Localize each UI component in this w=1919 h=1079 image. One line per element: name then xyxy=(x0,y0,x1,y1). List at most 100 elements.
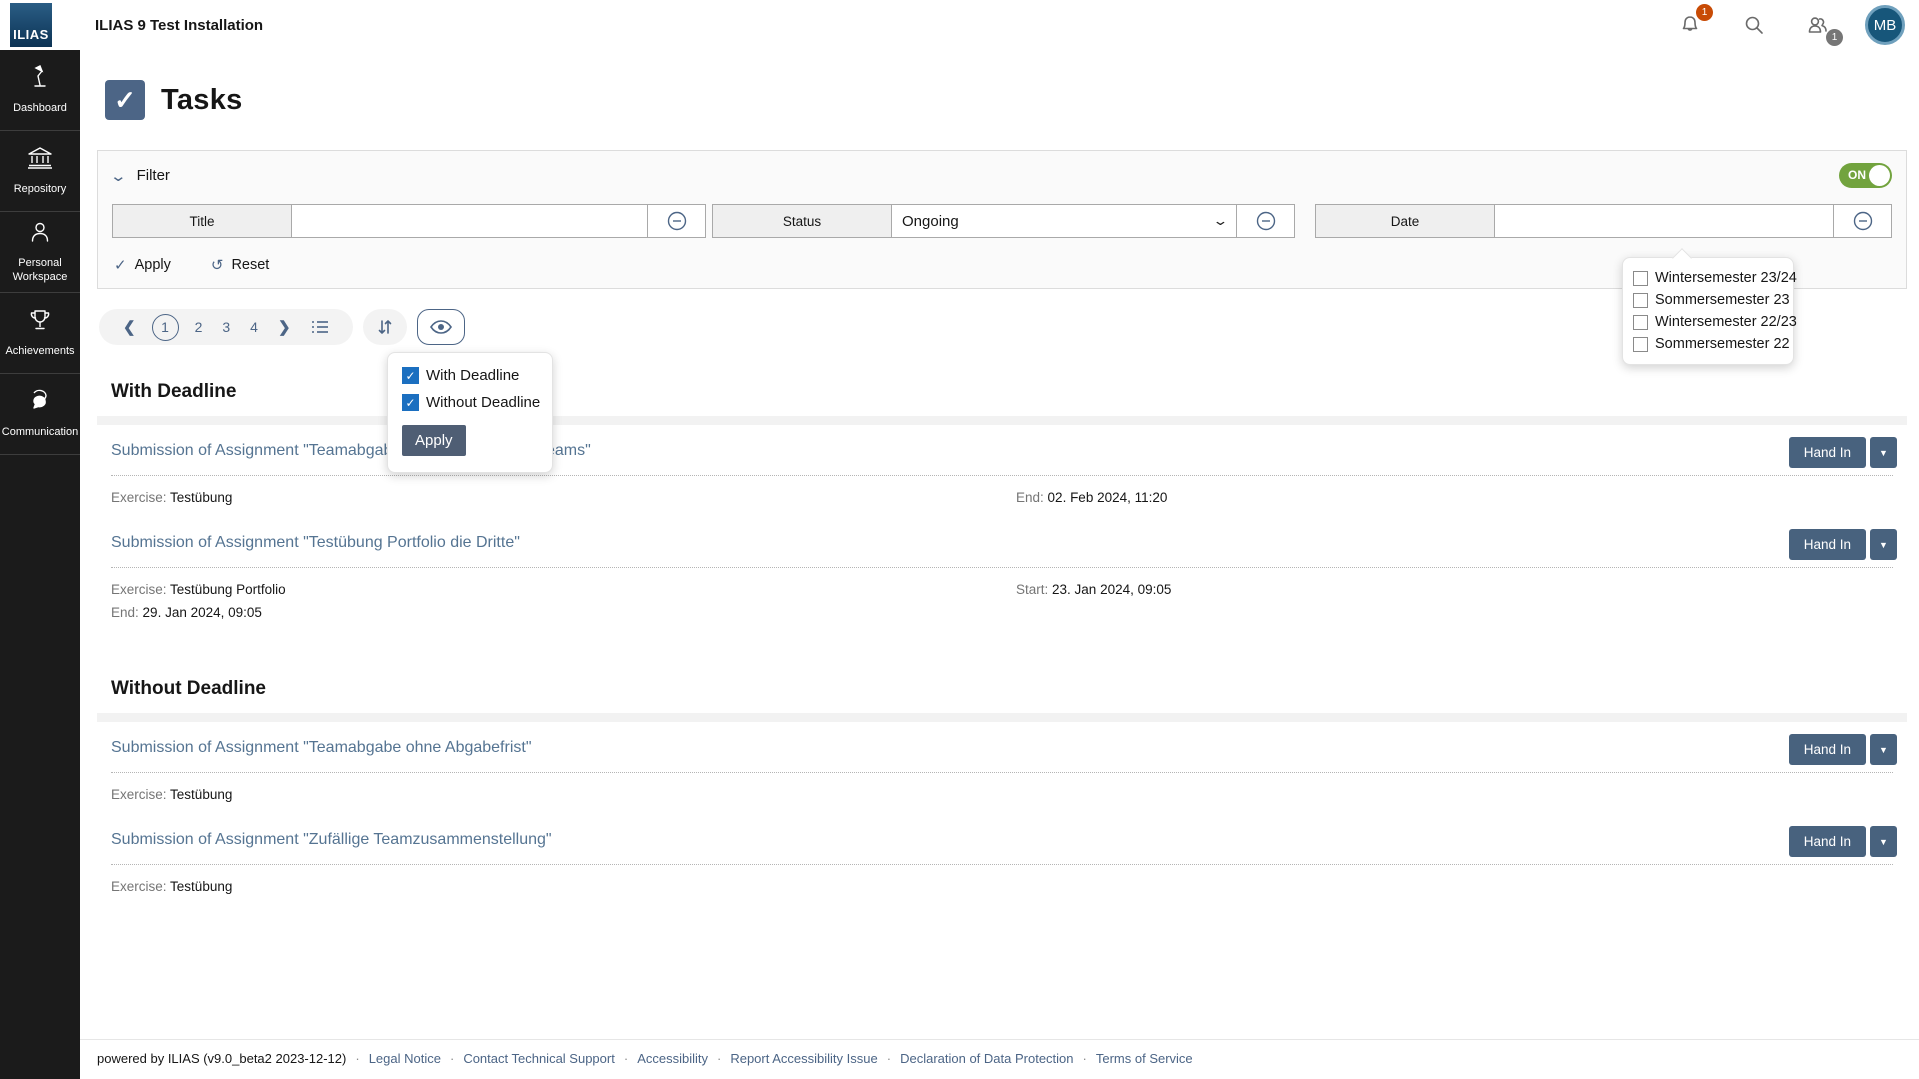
checked-checkbox-icon[interactable]: ✓ xyxy=(402,367,419,384)
topbar-actions: 1 1 MB xyxy=(1673,5,1919,45)
awareness-badge: 1 xyxy=(1826,29,1843,46)
footer-link-contact-support[interactable]: Contact Technical Support xyxy=(463,1051,615,1066)
filter-reset-button[interactable]: ↺ Reset xyxy=(211,256,269,274)
sidebar-item-dashboard[interactable]: Dashboard xyxy=(0,50,80,131)
semester-option[interactable]: Sommersemester 23 xyxy=(1633,292,1783,308)
filter-on-toggle[interactable]: ON xyxy=(1839,163,1892,188)
remove-status-filter-button[interactable] xyxy=(1237,204,1295,238)
item-property: Start: 23. Jan 2024, 09:05 xyxy=(1016,582,1893,597)
check-icon: ✓ xyxy=(114,256,127,274)
ilias-logo[interactable]: ILIAS xyxy=(10,3,52,47)
item-property: Exercise: Testübung Portfolio xyxy=(111,582,1016,597)
filter-apply-button[interactable]: ✓ Apply xyxy=(114,256,171,274)
footer-link-legal-notice[interactable]: Legal Notice xyxy=(369,1051,441,1066)
notification-badge: 1 xyxy=(1696,4,1713,21)
person-icon xyxy=(27,219,53,250)
pagination-page-2[interactable]: 2 xyxy=(185,319,213,335)
sort-order-button[interactable] xyxy=(363,309,407,345)
bank-icon xyxy=(26,145,54,176)
item-property: Exercise: Testübung xyxy=(111,787,1016,802)
assignment-link[interactable]: Submission of Assignment "Testübung Port… xyxy=(111,534,520,551)
trophy-icon xyxy=(27,307,53,338)
hand-in-dropdown-caret[interactable]: ▼ xyxy=(1870,529,1897,560)
title-filter-input[interactable] xyxy=(292,204,648,238)
hand-in-button[interactable]: Hand In xyxy=(1789,529,1866,560)
awareness-contacts-icon[interactable]: 1 xyxy=(1801,8,1835,42)
assignment-link[interactable]: Submission of Assignment "Zufällige Team… xyxy=(111,831,552,848)
pagination-page-1-current[interactable]: 1 xyxy=(152,314,179,341)
remove-title-filter-button[interactable] xyxy=(648,204,706,238)
search-icon[interactable] xyxy=(1737,8,1771,42)
semester-option[interactable]: Wintersemester 22/23 xyxy=(1633,314,1783,330)
unchecked-checkbox-icon[interactable] xyxy=(1633,315,1648,330)
rows-per-page-list-icon[interactable] xyxy=(301,319,339,335)
footer-link-accessibility[interactable]: Accessibility xyxy=(637,1051,708,1066)
hand-in-dropdown-caret[interactable]: ▼ xyxy=(1870,437,1897,468)
pagination-page-4[interactable]: 4 xyxy=(240,319,268,335)
lamp-icon xyxy=(27,64,53,95)
item-separator xyxy=(111,864,1893,865)
hand-in-button[interactable]: Hand In xyxy=(1789,437,1866,468)
filter-reset-label: Reset xyxy=(231,257,269,273)
status-field-label: Status xyxy=(712,204,892,238)
status-selected-value: Ongoing xyxy=(902,213,959,230)
item-separator xyxy=(111,475,1893,476)
semester-option[interactable]: Wintersemester 23/24 xyxy=(1633,270,1783,286)
with-deadline-option[interactable]: ✓ With Deadline xyxy=(402,367,538,384)
status-filter-select[interactable]: Ongoing ⌄ xyxy=(892,204,1237,238)
sidebar-item-label: Personal Workspace xyxy=(0,257,80,285)
footer-link-terms-of-service[interactable]: Terms of Service xyxy=(1096,1051,1193,1066)
page-header: ✓ Tasks xyxy=(97,50,1907,128)
select-chevron-icon: ⌄ xyxy=(1212,213,1228,229)
item-property: End: 02. Feb 2024, 11:20 xyxy=(1016,490,1893,505)
powered-by-text: powered by ILIAS (v9.0_beta2 2023-12-12) xyxy=(97,1051,346,1066)
sidebar-item-label: Achievements xyxy=(3,345,76,359)
item-property: Exercise: Testübung xyxy=(111,490,1016,505)
main-sidebar: Dashboard Repository Personal Workspace … xyxy=(0,50,80,1079)
pagination: ❮ 1 2 3 4 ❯ xyxy=(99,309,353,345)
sidebar-item-personal-workspace[interactable]: Personal Workspace xyxy=(0,212,80,293)
popover-apply-button[interactable]: Apply xyxy=(402,425,466,456)
assignment-link[interactable]: Submission of Assignment "Teamabgabe ohn… xyxy=(111,739,532,756)
pagination-page-3[interactable]: 3 xyxy=(212,319,240,335)
ilias-logo-text: ILIAS xyxy=(13,27,49,42)
hand-in-dropdown-caret[interactable]: ▼ xyxy=(1870,826,1897,857)
presentation-eye-button[interactable] xyxy=(417,309,465,345)
pagination-next-icon[interactable]: ❯ xyxy=(268,318,301,336)
sidebar-item-repository[interactable]: Repository xyxy=(0,131,80,212)
filter-collapse-chevron-icon[interactable]: ⌄ xyxy=(109,167,127,185)
sidebar-item-communication[interactable]: Communication xyxy=(0,374,80,455)
title-field-label: Title xyxy=(112,204,292,238)
page-footer: powered by ILIAS (v9.0_beta2 2023-12-12)… xyxy=(80,1039,1919,1079)
date-filter-input[interactable] xyxy=(1495,204,1834,238)
filter-field-status: Status Ongoing ⌄ xyxy=(712,204,1295,238)
installation-title: ILIAS 9 Test Installation xyxy=(95,17,263,34)
filter-fields-row: Title Status Ongoing ⌄ Date xyxy=(112,204,1892,238)
sidebar-item-label: Communication xyxy=(0,426,80,440)
unchecked-checkbox-icon[interactable] xyxy=(1633,337,1648,352)
date-filter-popover: Wintersemester 23/24 Sommersemester 23 W… xyxy=(1622,257,1794,365)
section-heading: With Deadline xyxy=(97,371,1907,416)
without-deadline-option[interactable]: ✓ Without Deadline xyxy=(402,394,538,411)
notification-bell-icon[interactable]: 1 xyxy=(1673,8,1707,42)
unchecked-checkbox-icon[interactable] xyxy=(1633,271,1648,286)
top-bar: ILIAS ILIAS 9 Test Installation 1 1 MB xyxy=(0,0,1919,50)
section-divider xyxy=(97,416,1907,425)
pagination-prev-icon[interactable]: ❮ xyxy=(113,318,146,336)
hand-in-button[interactable]: Hand In xyxy=(1789,826,1866,857)
semester-option[interactable]: Sommersemester 22 xyxy=(1633,336,1783,352)
filter-label[interactable]: Filter xyxy=(137,167,170,184)
footer-link-data-protection[interactable]: Declaration of Data Protection xyxy=(900,1051,1073,1066)
hand-in-dropdown-caret[interactable]: ▼ xyxy=(1870,734,1897,765)
hand-in-button[interactable]: Hand In xyxy=(1789,734,1866,765)
toggle-state-label: ON xyxy=(1848,168,1866,182)
remove-date-filter-button[interactable] xyxy=(1834,204,1892,238)
sidebar-item-achievements[interactable]: Achievements xyxy=(0,293,80,374)
chat-icon xyxy=(26,388,54,419)
checked-checkbox-icon[interactable]: ✓ xyxy=(402,394,419,411)
task-item: Submission of Assignment "Teamabgabe ohn… xyxy=(97,722,1907,814)
user-avatar[interactable]: MB xyxy=(1865,5,1905,45)
main-content: ✓ Tasks ⌄ Filter ON Title Stat xyxy=(80,50,1919,906)
footer-link-report-accessibility[interactable]: Report Accessibility Issue xyxy=(730,1051,877,1066)
unchecked-checkbox-icon[interactable] xyxy=(1633,293,1648,308)
